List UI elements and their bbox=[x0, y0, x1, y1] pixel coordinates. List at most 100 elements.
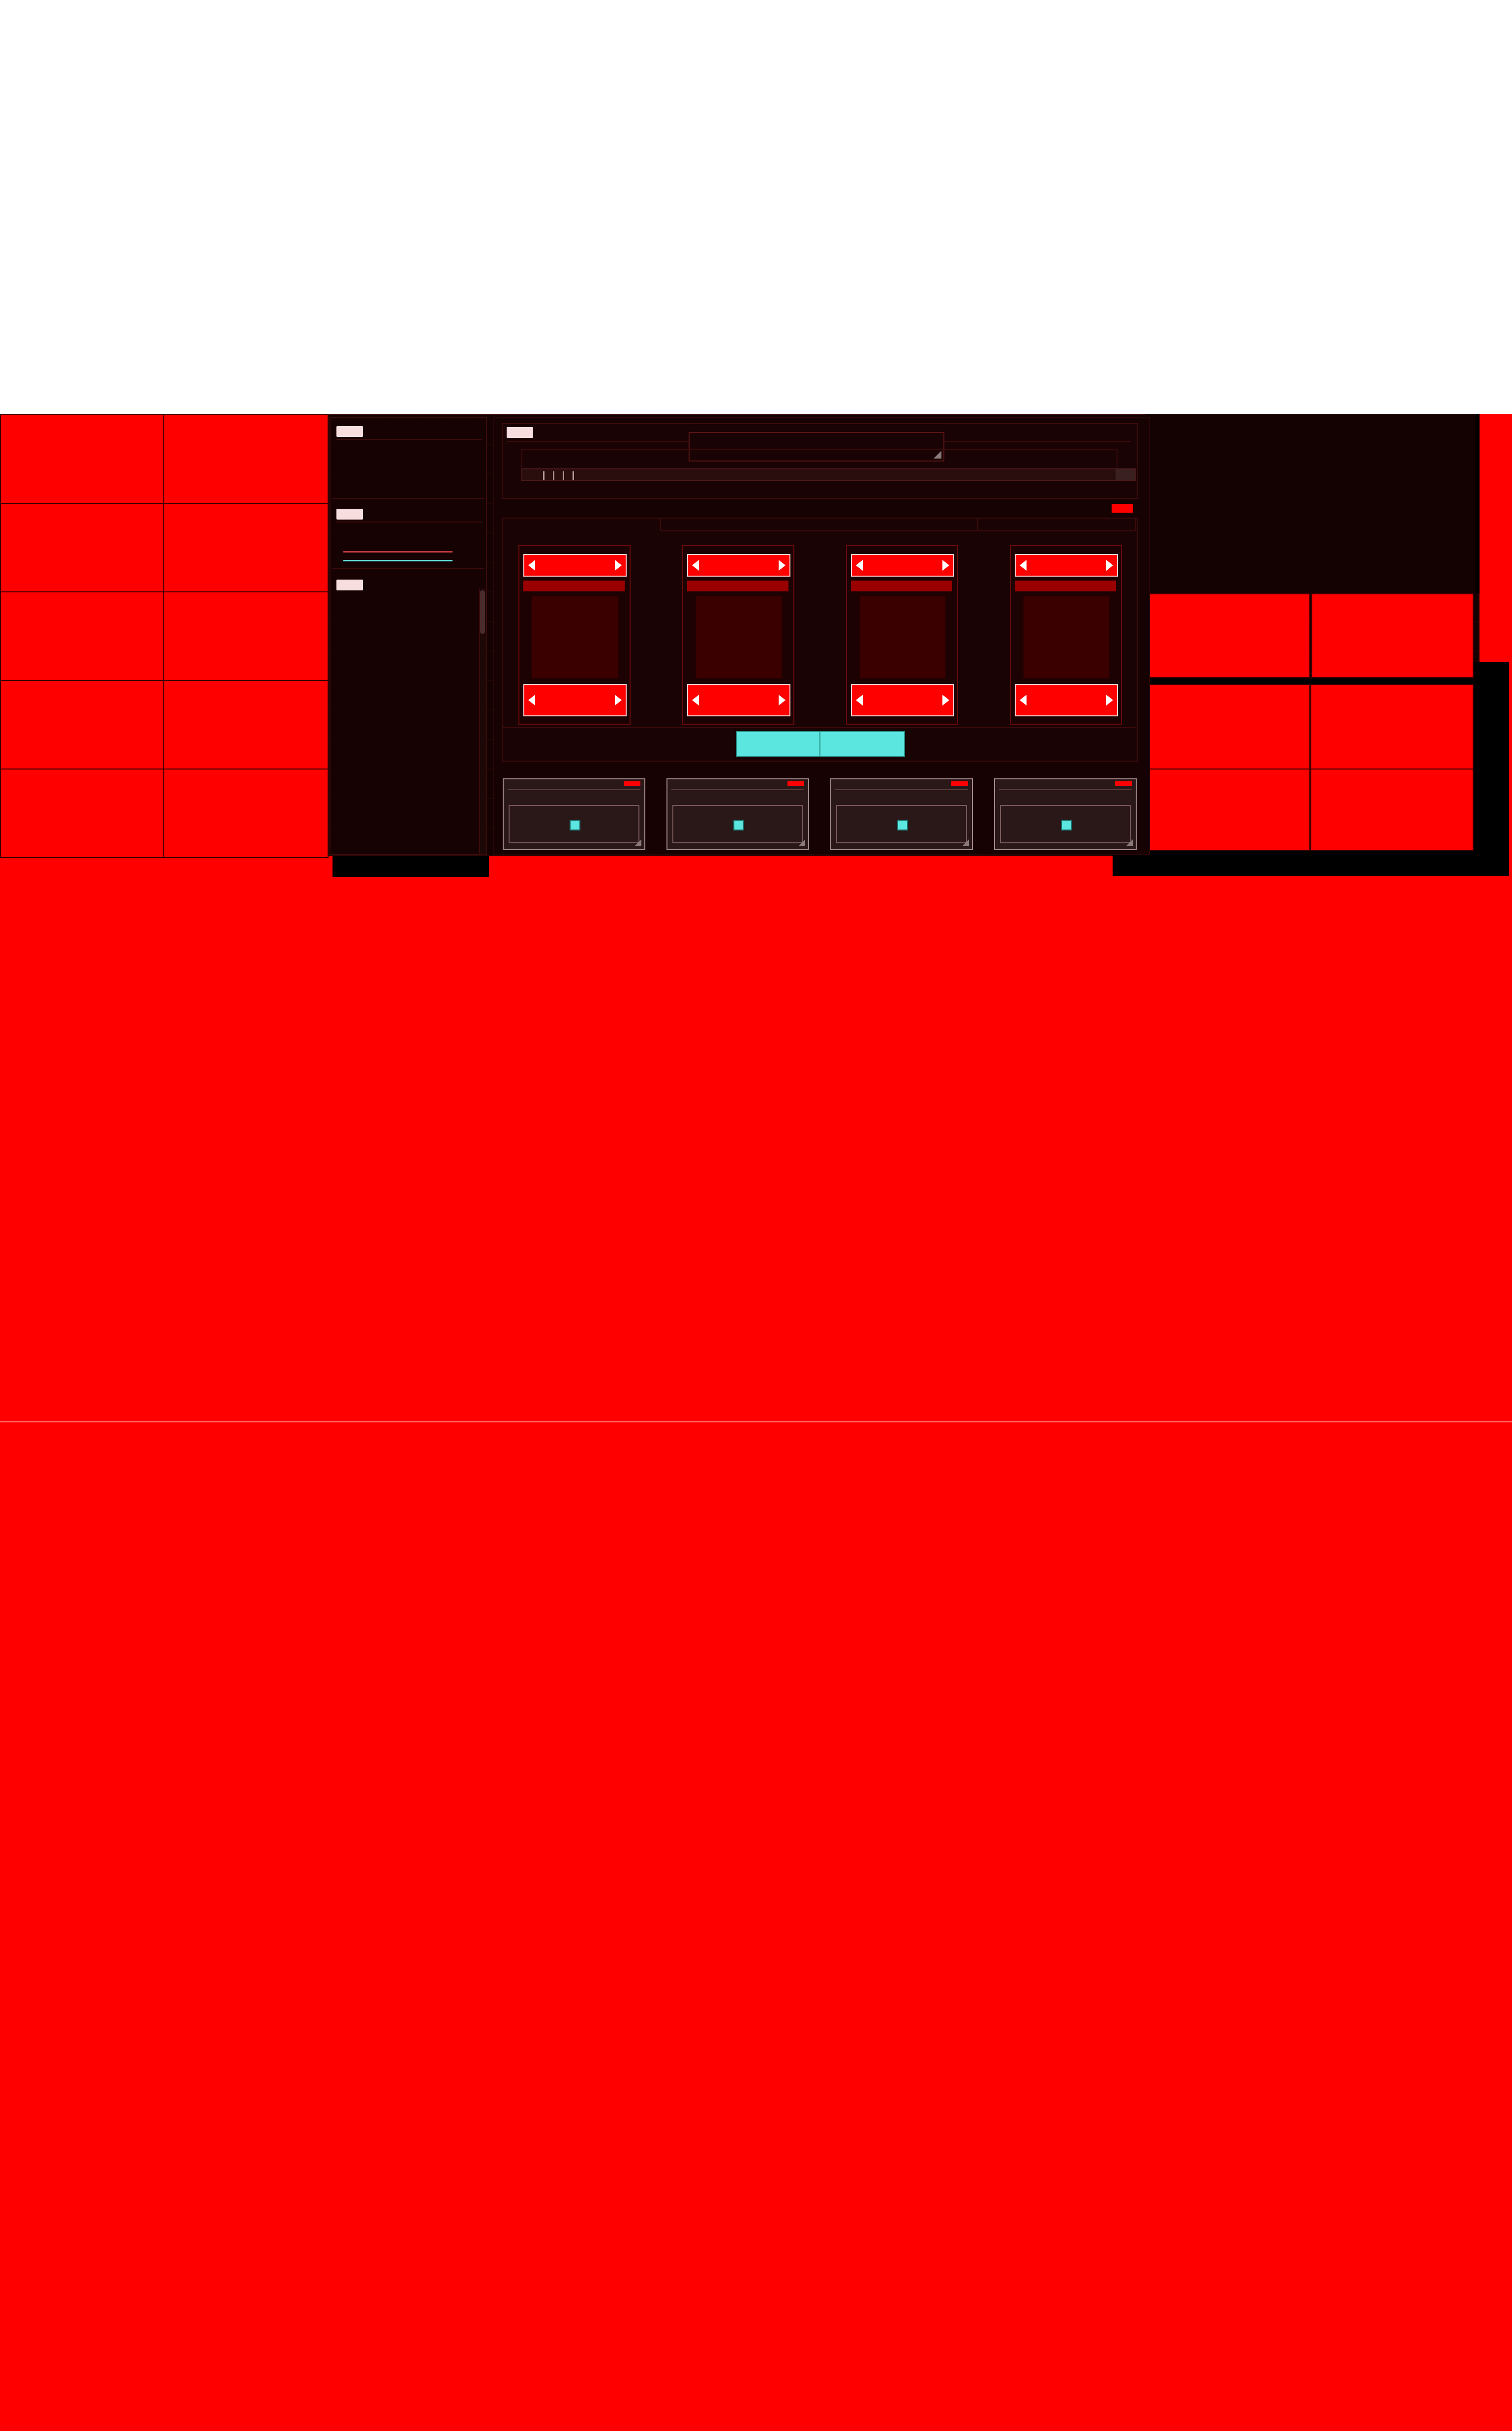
pad-indicator-icon bbox=[1061, 820, 1072, 831]
pad-badge bbox=[951, 781, 968, 786]
divider bbox=[336, 439, 482, 440]
arrow-right-icon[interactable] bbox=[1106, 695, 1113, 706]
arrow-right-icon[interactable] bbox=[1106, 560, 1113, 571]
pad[interactable] bbox=[830, 778, 973, 850]
pad-badge bbox=[1115, 781, 1132, 786]
pad-inner bbox=[836, 805, 967, 843]
transport-button[interactable] bbox=[736, 731, 821, 757]
arrow-left-icon[interactable] bbox=[1020, 560, 1027, 571]
resize-corner-icon[interactable] bbox=[1126, 839, 1133, 846]
pad-inner bbox=[509, 805, 639, 843]
section-tag bbox=[336, 426, 363, 437]
arrow-left-icon[interactable] bbox=[692, 560, 699, 571]
top-blank-area bbox=[0, 0, 1512, 414]
pad-indicator-icon bbox=[897, 820, 908, 831]
channel-strip bbox=[682, 545, 794, 725]
right-panel-background bbox=[1146, 414, 1478, 592]
divider bbox=[671, 789, 804, 790]
grid-tile bbox=[1310, 684, 1474, 769]
divider bbox=[999, 789, 1132, 790]
shadow-bar bbox=[1474, 662, 1509, 875]
arrow-right-icon[interactable] bbox=[779, 695, 786, 706]
slider-cyan[interactable] bbox=[343, 560, 453, 561]
divider bbox=[508, 789, 640, 790]
channel-name bbox=[867, 555, 938, 576]
grid-tile bbox=[0, 680, 164, 769]
channel-header bbox=[660, 518, 1136, 531]
arrow-right-icon[interactable] bbox=[942, 560, 949, 571]
horizontal-rule bbox=[0, 1421, 1512, 1422]
channel-meter-bar bbox=[687, 581, 788, 591]
pad-indicator-icon bbox=[570, 820, 580, 831]
grid-tile bbox=[163, 503, 329, 592]
channel-name bbox=[539, 555, 611, 576]
arrow-left-icon[interactable] bbox=[856, 695, 863, 706]
arrow-right-icon[interactable] bbox=[942, 695, 949, 706]
slider-red[interactable] bbox=[343, 551, 453, 553]
resize-corner-icon[interactable] bbox=[635, 839, 641, 846]
channel-selector[interactable] bbox=[523, 554, 627, 577]
channel-value-selector[interactable] bbox=[1015, 684, 1118, 716]
channel-meter-bar bbox=[1015, 581, 1116, 591]
divider bbox=[502, 727, 1136, 728]
channel-value-selector[interactable] bbox=[687, 684, 790, 716]
timeline[interactable] bbox=[521, 468, 1136, 481]
channel-selector[interactable] bbox=[1015, 554, 1118, 577]
channel-value bbox=[703, 685, 775, 715]
sidebar-section bbox=[333, 499, 484, 569]
channel-value bbox=[867, 685, 938, 715]
pad[interactable] bbox=[503, 778, 645, 850]
channel-value-selector[interactable] bbox=[523, 684, 627, 716]
timeline-marker bbox=[563, 471, 564, 480]
section-tag bbox=[336, 580, 363, 590]
channel-strip bbox=[1010, 545, 1122, 725]
grid-tile bbox=[1147, 684, 1310, 769]
sidebar bbox=[330, 417, 487, 855]
channel-display bbox=[695, 595, 783, 679]
arrow-left-icon[interactable] bbox=[1020, 695, 1027, 706]
pad[interactable] bbox=[666, 778, 809, 850]
pad-badge bbox=[787, 781, 804, 786]
shadow-bar bbox=[1476, 414, 1480, 593]
grid-tile bbox=[0, 769, 164, 858]
section-tag bbox=[336, 509, 363, 520]
arrow-left-icon[interactable] bbox=[528, 695, 535, 706]
divider bbox=[977, 518, 978, 531]
channel-value-selector[interactable] bbox=[851, 684, 954, 716]
pad[interactable] bbox=[994, 778, 1137, 850]
grid-tile bbox=[163, 769, 329, 858]
resize-corner-icon[interactable] bbox=[962, 839, 969, 846]
channel-strip bbox=[518, 545, 631, 725]
arrow-right-icon[interactable] bbox=[615, 695, 622, 706]
timeline-marker bbox=[573, 471, 574, 480]
channel-display bbox=[859, 595, 946, 679]
channel-value bbox=[539, 685, 611, 715]
transport-button[interactable] bbox=[819, 731, 905, 757]
arrow-right-icon[interactable] bbox=[779, 560, 786, 571]
record-indicator[interactable] bbox=[1112, 504, 1133, 513]
pad-badge bbox=[624, 781, 640, 786]
timeline-marker bbox=[553, 471, 554, 480]
timeline-bracket bbox=[521, 449, 1118, 467]
grid-tile bbox=[163, 591, 329, 681]
grid-tile bbox=[163, 680, 329, 769]
channel-selector[interactable] bbox=[687, 554, 790, 577]
channel-name bbox=[1030, 555, 1102, 576]
divider bbox=[835, 789, 968, 790]
channel-meter-bar bbox=[851, 581, 952, 591]
arrow-left-icon[interactable] bbox=[692, 695, 699, 706]
timeline-end bbox=[1116, 469, 1135, 480]
arrow-left-icon[interactable] bbox=[528, 560, 535, 571]
sidebar-scrollbar[interactable] bbox=[480, 590, 485, 634]
grid-tile bbox=[163, 414, 329, 504]
channel-selector[interactable] bbox=[851, 554, 954, 577]
divider bbox=[336, 522, 482, 523]
channel-strip bbox=[846, 545, 958, 725]
resize-corner-icon[interactable] bbox=[798, 839, 805, 846]
pad-inner bbox=[672, 805, 803, 843]
panel-tag bbox=[507, 427, 533, 438]
channel-value bbox=[1030, 685, 1102, 715]
grid-tile bbox=[1147, 769, 1310, 851]
arrow-left-icon[interactable] bbox=[856, 560, 863, 571]
arrow-right-icon[interactable] bbox=[615, 560, 622, 571]
